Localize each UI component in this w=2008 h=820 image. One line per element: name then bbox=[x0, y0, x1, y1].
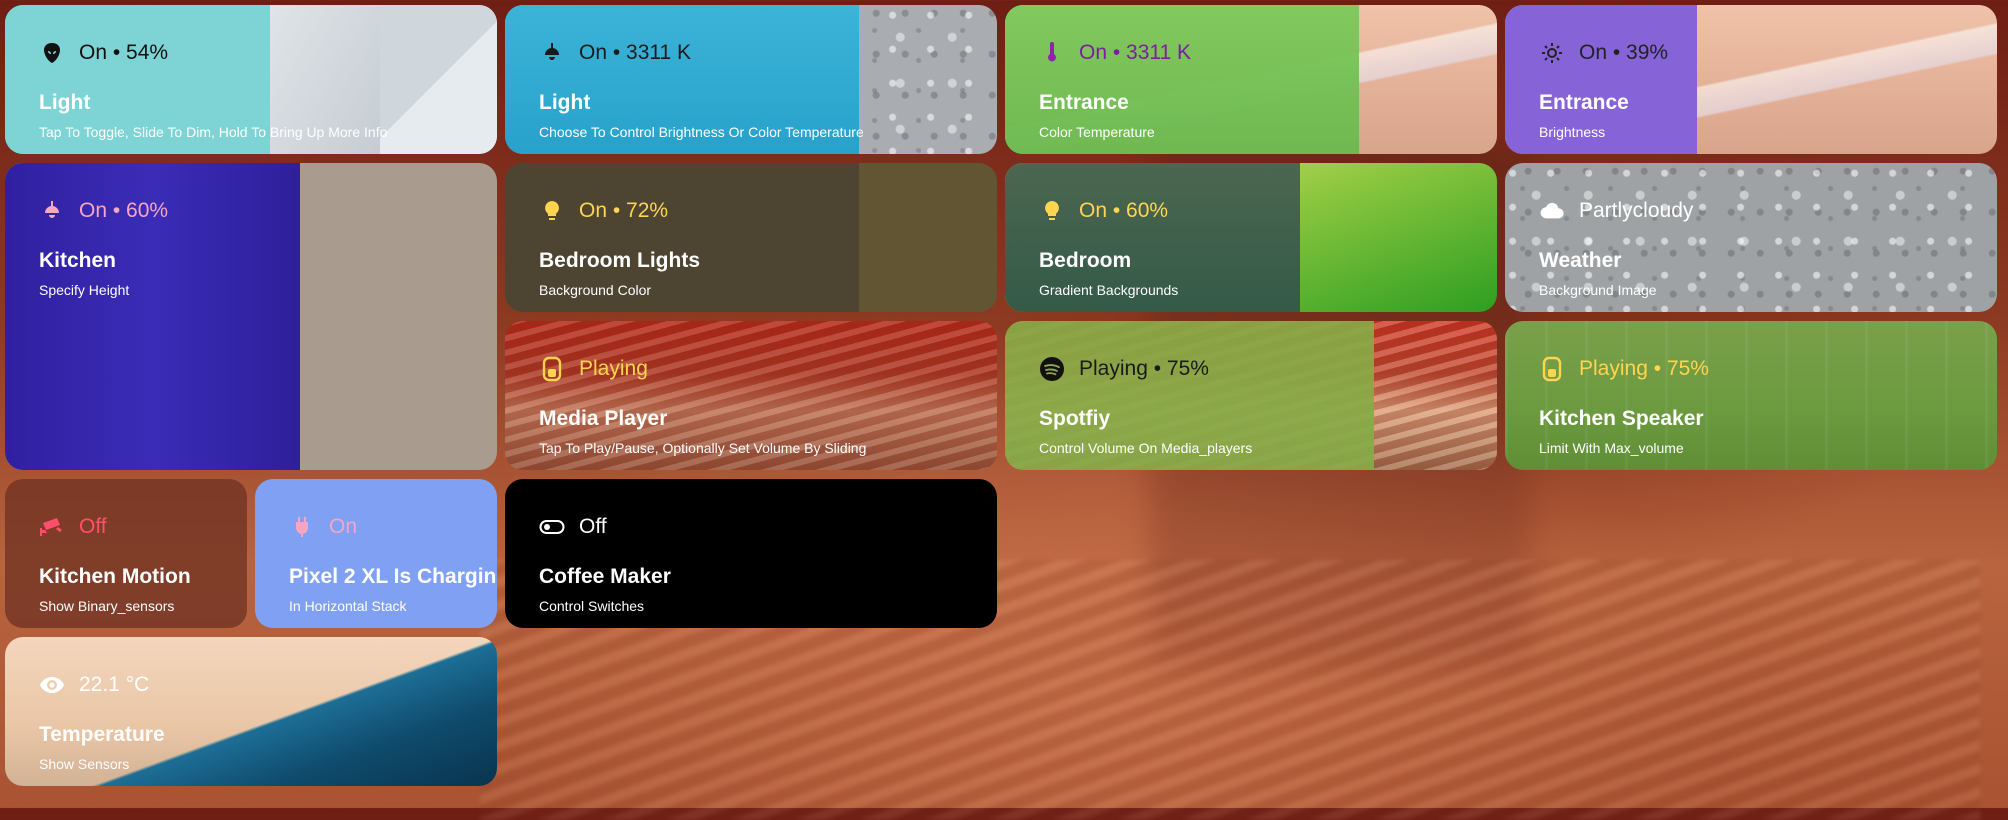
ceiling-light-icon bbox=[539, 40, 565, 66]
state-text: On • 72% bbox=[579, 199, 669, 222]
entity-name: Bedroom bbox=[1039, 249, 1132, 272]
state-text: On • 39% bbox=[1579, 41, 1669, 64]
bulb-icon bbox=[539, 198, 565, 224]
state-text: Playing bbox=[579, 357, 648, 380]
alien-icon bbox=[39, 40, 65, 66]
card-media-player[interactable]: Playing Media Player Tap To Play/Pause, … bbox=[505, 321, 997, 470]
state-text: Off bbox=[579, 515, 607, 538]
state-text: Playing • 75% bbox=[1079, 357, 1209, 380]
card-light-main[interactable]: On • 54% Light Tap To Toggle, Slide To D… bbox=[5, 5, 497, 154]
entity-name: Bedroom Lights bbox=[539, 249, 700, 272]
entity-description: Show Sensors bbox=[39, 756, 130, 772]
entity-name: Pixel 2 XL Is Charging bbox=[289, 565, 497, 588]
card-pixel-charging[interactable]: On Pixel 2 XL Is Charging In Horizontal … bbox=[255, 479, 497, 628]
state-text: On bbox=[329, 515, 358, 538]
card-entrance-brightness[interactable]: On • 39% Entrance Brightness bbox=[1505, 5, 1997, 154]
entity-description: Background Image bbox=[1539, 282, 1657, 298]
cloud-icon bbox=[1539, 198, 1565, 224]
card-kitchen-speaker[interactable]: Playing • 75% Kitchen Speaker Limit With… bbox=[1505, 321, 1997, 470]
entity-description: In Horizontal Stack bbox=[289, 598, 407, 614]
speaker-icon bbox=[539, 356, 565, 382]
speaker-icon bbox=[1539, 356, 1565, 382]
state-text: Playing • 75% bbox=[1579, 357, 1709, 380]
entity-name: Media Player bbox=[539, 407, 668, 430]
state-text: 22.1 °C bbox=[79, 673, 150, 696]
state-text: Partlycloudy bbox=[1579, 199, 1694, 222]
entity-name: Entrance bbox=[1539, 91, 1629, 114]
entity-name: Light bbox=[539, 91, 591, 114]
state-text: On • 3311 K bbox=[1079, 41, 1192, 64]
entity-description: Control Volume On Media_players bbox=[1039, 440, 1253, 456]
entity-name: Light bbox=[39, 91, 91, 114]
power-plug-icon bbox=[289, 514, 315, 540]
entity-name: Kitchen Motion bbox=[39, 565, 191, 588]
card-light-color-temp[interactable]: On • 3311 K Light Choose To Control Brig… bbox=[505, 5, 997, 154]
entity-description: Specify Height bbox=[39, 282, 130, 298]
card-coffee-maker[interactable]: Off Coffee Maker Control Switches bbox=[505, 479, 997, 628]
entity-description: Tap To Play/Pause, Optionally Set Volume… bbox=[539, 440, 867, 456]
entity-description: Gradient Backgrounds bbox=[1039, 282, 1179, 298]
entity-name: Coffee Maker bbox=[539, 565, 671, 588]
card-weather[interactable]: Partlycloudy Weather Background Image bbox=[1505, 163, 1997, 312]
ceiling-light-icon bbox=[39, 198, 65, 224]
entity-name: Entrance bbox=[1039, 91, 1129, 114]
state-text: Off bbox=[79, 515, 107, 538]
entity-description: Brightness bbox=[1539, 124, 1606, 140]
card-temperature[interactable]: 22.1 °C Temperature Show Sensors bbox=[5, 637, 497, 786]
spotify-icon bbox=[1039, 356, 1065, 382]
state-text: On • 54% bbox=[79, 41, 169, 64]
card-kitchen-light[interactable]: On • 60% Kitchen Specify Height bbox=[5, 163, 497, 470]
eye-icon bbox=[39, 672, 65, 698]
entity-description: Show Binary_sensors bbox=[39, 598, 175, 614]
entity-name: Temperature bbox=[39, 723, 165, 746]
entity-description: Choose To Control Brightness Or Color Te… bbox=[539, 124, 864, 140]
brightness-icon bbox=[1539, 40, 1565, 66]
entity-description: Color Temperature bbox=[1039, 124, 1155, 140]
bulb-icon bbox=[1039, 198, 1065, 224]
entity-name: Kitchen Speaker bbox=[1539, 407, 1704, 430]
card-bedroom-gradient[interactable]: On • 60% Bedroom Gradient Backgrounds bbox=[1005, 163, 1497, 312]
entity-description: Control Switches bbox=[539, 598, 645, 614]
entity-description: Limit With Max_volume bbox=[1539, 440, 1684, 456]
entity-name: Weather bbox=[1539, 249, 1622, 272]
cctv-icon bbox=[39, 514, 65, 540]
card-bedroom-lights[interactable]: On • 72% Bedroom Lights Background Color bbox=[505, 163, 997, 312]
entity-description: Tap To Toggle, Slide To Dim, Hold To Bri… bbox=[39, 124, 388, 140]
toggle-switch-off-icon bbox=[539, 514, 565, 540]
entity-name: Spotfiy bbox=[1039, 407, 1111, 430]
entity-description: Background Color bbox=[539, 282, 652, 298]
card-entrance-color-temp[interactable]: On • 3311 K Entrance Color Temperature bbox=[1005, 5, 1497, 154]
card-spotify[interactable]: Playing • 75% Spotfiy Control Volume On … bbox=[1005, 321, 1497, 470]
card-kitchen-motion[interactable]: Off Kitchen Motion Show Binary_sensors bbox=[5, 479, 247, 628]
entity-name: Kitchen bbox=[39, 249, 117, 272]
state-text: On • 3311 K bbox=[579, 41, 692, 64]
state-text: On • 60% bbox=[79, 199, 169, 222]
thermometer-icon bbox=[1039, 40, 1065, 66]
state-text: On • 60% bbox=[1079, 199, 1169, 222]
